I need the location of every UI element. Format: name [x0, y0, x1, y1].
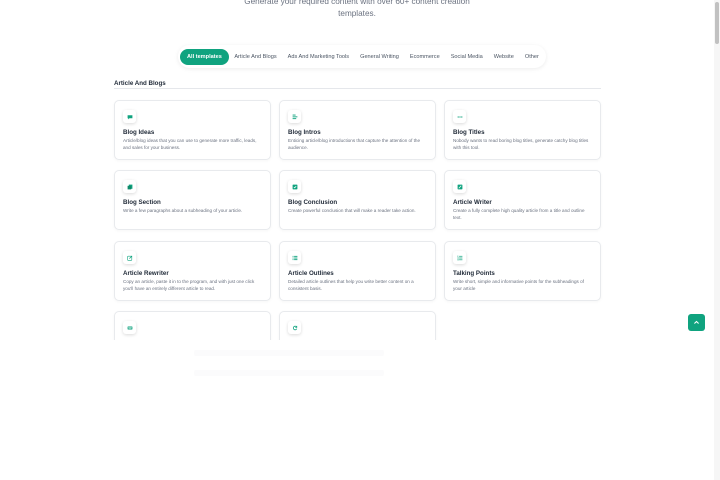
template-card-description: Enticing article/blog introductions that…: [288, 138, 421, 150]
template-card-title: Blog Conclusion: [288, 199, 338, 206]
template-card-description: Article/blog ideas that you can use to g…: [123, 138, 257, 150]
template-card-title: Blog Section: [123, 199, 161, 206]
template-card-talking-points[interactable]: Talking Points Write short, simple and i…: [444, 241, 601, 301]
ellipsis-icon: [453, 110, 466, 123]
template-card-title: Article Outlines: [288, 270, 334, 277]
page-scrollbar[interactable]: [714, 0, 720, 480]
template-card-title: Blog Intros: [288, 129, 321, 136]
template-card-description: Nobody wants to read boring blog titles,…: [453, 138, 589, 150]
template-card-article-rewriter[interactable]: Article Rewriter Copy an article, paste …: [114, 241, 271, 301]
loading-overlay: [0, 340, 714, 480]
hero-subtitle-line-2: templates.: [338, 9, 376, 18]
list-ol-icon: [453, 251, 466, 264]
check-square-icon: [288, 180, 301, 193]
template-card-blog-ideas[interactable]: Blog Ideas Article/blog ideas that you c…: [114, 100, 271, 160]
template-filter-bar: All templates Article And Blogs Ads And …: [178, 45, 547, 68]
hero-subtitle: Generate your required content with over…: [0, 0, 714, 20]
loading-placeholder: [194, 370, 384, 376]
scroll-to-top-button[interactable]: [688, 314, 705, 331]
chevron-up-icon: [694, 320, 699, 324]
template-card-blog-conclusion[interactable]: Blog Conclusion Create powerful conclusi…: [279, 170, 436, 230]
pen-square-icon: [123, 251, 136, 264]
template-card-blog-intros[interactable]: Blog Intros Enticing article/blog introd…: [279, 100, 436, 160]
template-card-title: Talking Points: [453, 270, 495, 277]
filter-website[interactable]: Website: [488, 50, 519, 64]
copy-icon: [123, 180, 136, 193]
template-card-title: Article Rewriter: [123, 270, 169, 277]
template-card-description: Copy an article, paste it in to the prog…: [123, 279, 255, 291]
template-card-description: Create powerful conclusion that will mak…: [288, 208, 416, 213]
align-left-icon: [288, 110, 301, 123]
template-card-description: Write a few paragraphs about a subheadin…: [123, 208, 243, 213]
loading-placeholder: [194, 350, 384, 356]
list-icon: [288, 251, 301, 264]
scrollbar-thumb[interactable]: [715, 2, 719, 44]
template-card-title: Article Writer: [453, 199, 492, 206]
filter-social-media[interactable]: Social Media: [445, 50, 488, 64]
refresh-icon: [288, 321, 301, 334]
edit-square-icon: [453, 180, 466, 193]
filter-other[interactable]: Other: [519, 50, 544, 64]
template-card-description: Write short, simple and informative poin…: [453, 279, 584, 291]
template-card-blog-titles[interactable]: Blog Titles Nobody wants to read boring …: [444, 100, 601, 160]
hero-subtitle-line-1: Generate your required content with over…: [244, 0, 470, 6]
filter-ecommerce[interactable]: Ecommerce: [404, 50, 445, 64]
section-title: Article And Blogs: [114, 80, 166, 87]
chat-bubble-icon: [123, 110, 136, 123]
template-card-title: Blog Titles: [453, 129, 485, 136]
section-divider: [114, 88, 601, 89]
filter-article-and-blogs[interactable]: Article And Blogs: [229, 50, 282, 64]
keyboard-icon: [123, 321, 136, 334]
template-card-title: Blog Ideas: [123, 129, 155, 136]
template-card-article-outlines[interactable]: Article Outlines Detailed article outlin…: [279, 241, 436, 301]
template-card-blog-section[interactable]: Blog Section Write a few paragraphs abou…: [114, 170, 271, 230]
template-card-description: Detailed article outlines that help you …: [288, 279, 414, 291]
filter-general-writing[interactable]: General Writing: [355, 50, 405, 64]
filter-ads-and-marketing-tools[interactable]: Ads And Marketing Tools: [282, 50, 354, 64]
template-card-description: Create a fully complete high quality art…: [453, 208, 585, 220]
page: Generate your required content with over…: [0, 0, 720, 480]
template-card-article-writer[interactable]: Article Writer Create a fully complete h…: [444, 170, 601, 230]
filter-all-templates[interactable]: All templates: [180, 48, 229, 65]
